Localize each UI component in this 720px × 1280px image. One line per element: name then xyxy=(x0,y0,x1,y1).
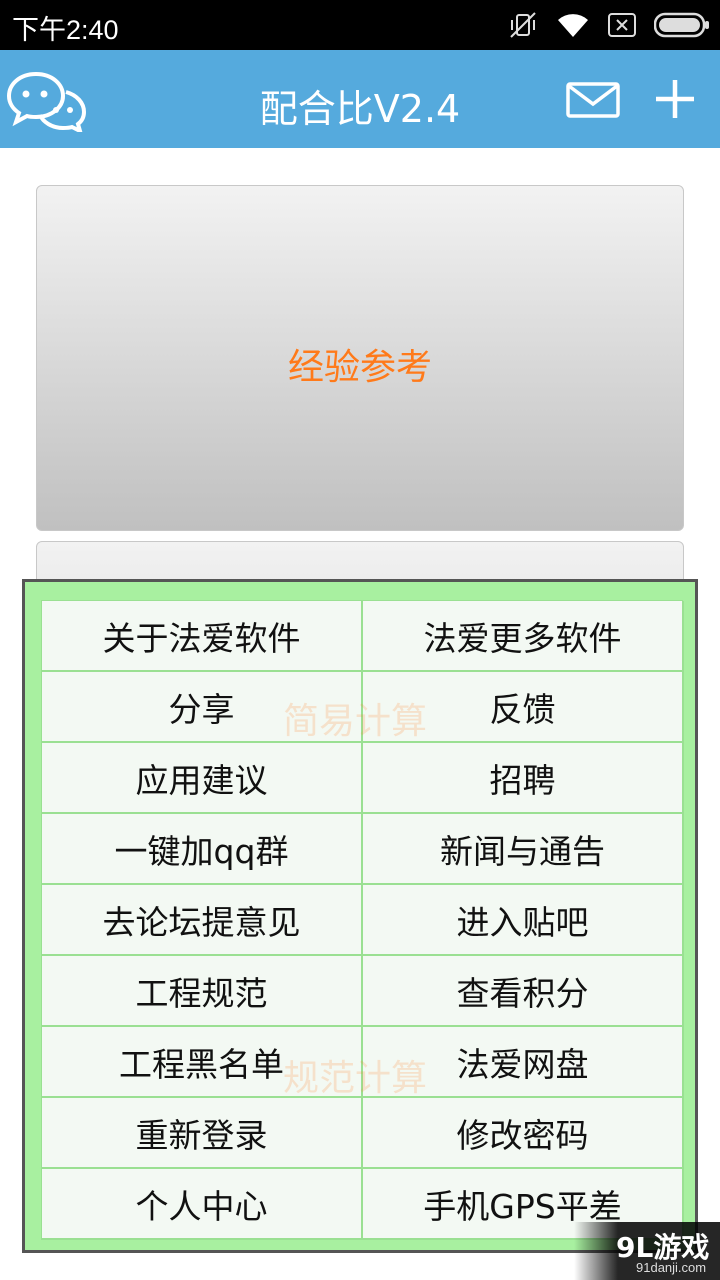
status-time: 下午2:40 xyxy=(12,15,119,45)
menu-item-join-qq-group[interactable]: 一键加qq群 xyxy=(42,814,363,885)
menu-item-points[interactable]: 查看积分 xyxy=(363,956,684,1027)
menu-item-change-password[interactable]: 修改密码 xyxy=(363,1098,684,1169)
menu-grid: 关于法爱软件 法爱更多软件 分享 反馈 应用建议 招聘 一键加qq群 新闻与通告… xyxy=(41,600,684,1240)
menu-item-blacklist[interactable]: 工程黑名单 xyxy=(42,1027,363,1098)
menu-item-feedback[interactable]: 反馈 xyxy=(363,672,684,743)
site-watermark: 9L游戏 91danji.com xyxy=(574,1222,720,1280)
menu-item-share[interactable]: 分享 xyxy=(42,672,363,743)
menu-item-more-software[interactable]: 法爱更多软件 xyxy=(363,601,684,672)
plus-icon[interactable] xyxy=(654,78,696,120)
popup-menu: 关于法爱软件 法爱更多软件 分享 反馈 应用建议 招聘 一键加qq群 新闻与通告… xyxy=(22,579,698,1253)
battery-icon xyxy=(654,12,709,38)
menu-item-suggestion[interactable]: 应用建议 xyxy=(42,743,363,814)
status-bar: 下午2:40 xyxy=(0,0,720,50)
menu-item-about[interactable]: 关于法爱软件 xyxy=(42,601,363,672)
app-bar: 配合比V2.4 xyxy=(0,50,720,148)
wifi-icon xyxy=(558,14,588,37)
menu-item-profile[interactable]: 个人中心 xyxy=(42,1169,363,1240)
menu-item-forum[interactable]: 去论坛提意见 xyxy=(42,885,363,956)
watermark-url: 91danji.com xyxy=(636,1260,707,1275)
sim-off-icon xyxy=(608,13,636,37)
vibrate-off-icon xyxy=(510,12,536,38)
status-icons xyxy=(508,10,710,40)
mail-icon[interactable] xyxy=(566,82,620,118)
menu-item-relogin[interactable]: 重新登录 xyxy=(42,1098,363,1169)
menu-item-specs[interactable]: 工程规范 xyxy=(42,956,363,1027)
menu-item-news[interactable]: 新闻与通告 xyxy=(363,814,684,885)
menu-item-tieba[interactable]: 进入贴吧 xyxy=(363,885,684,956)
menu-item-recruit[interactable]: 招聘 xyxy=(363,743,684,814)
menu-item-netdisk[interactable]: 法爱网盘 xyxy=(363,1027,684,1098)
